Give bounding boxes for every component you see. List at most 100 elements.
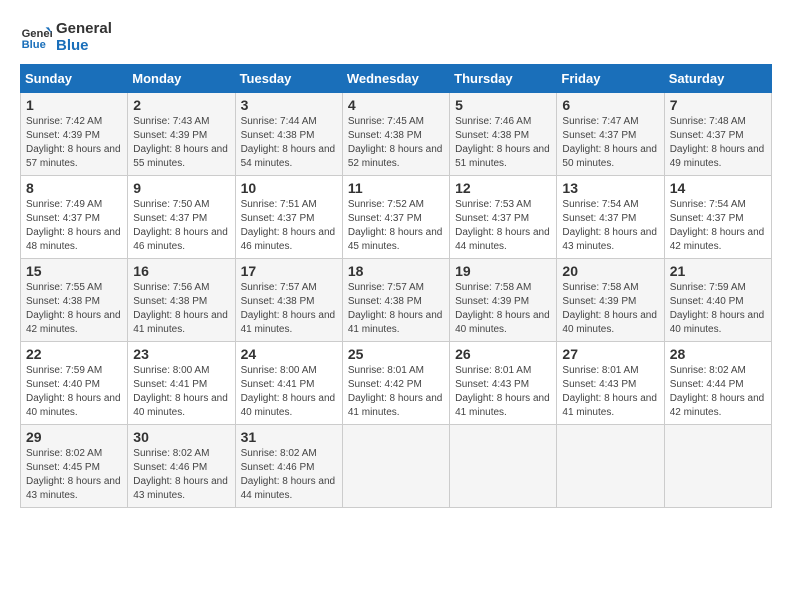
day-info: Sunrise: 7:51 AM Sunset: 4:37 PM Dayligh…	[241, 198, 337, 254]
day-number: 11	[348, 180, 444, 196]
day-info: Sunrise: 7:49 AM Sunset: 4:37 PM Dayligh…	[26, 198, 122, 254]
calendar-body: 1 Sunrise: 7:42 AM Sunset: 4:39 PM Dayli…	[21, 93, 772, 508]
day-cell: 10 Sunrise: 7:51 AM Sunset: 4:37 PM Dayl…	[235, 176, 342, 259]
weekday-sunday: Sunday	[21, 65, 128, 93]
day-info: Sunrise: 8:01 AM Sunset: 4:43 PM Dayligh…	[455, 364, 551, 420]
day-cell: 9 Sunrise: 7:50 AM Sunset: 4:37 PM Dayli…	[128, 176, 235, 259]
day-cell: 5 Sunrise: 7:46 AM Sunset: 4:38 PM Dayli…	[450, 93, 557, 176]
day-number: 25	[348, 346, 444, 362]
day-info: Sunrise: 7:58 AM Sunset: 4:39 PM Dayligh…	[562, 281, 658, 337]
day-info: Sunrise: 8:00 AM Sunset: 4:41 PM Dayligh…	[133, 364, 229, 420]
day-info: Sunrise: 7:45 AM Sunset: 4:38 PM Dayligh…	[348, 115, 444, 171]
day-info: Sunrise: 7:50 AM Sunset: 4:37 PM Dayligh…	[133, 198, 229, 254]
week-row-2: 8 Sunrise: 7:49 AM Sunset: 4:37 PM Dayli…	[21, 176, 772, 259]
day-cell: 24 Sunrise: 8:00 AM Sunset: 4:41 PM Dayl…	[235, 342, 342, 425]
day-cell: 4 Sunrise: 7:45 AM Sunset: 4:38 PM Dayli…	[342, 93, 449, 176]
day-number: 26	[455, 346, 551, 362]
day-cell: 20 Sunrise: 7:58 AM Sunset: 4:39 PM Dayl…	[557, 259, 664, 342]
day-cell: 15 Sunrise: 7:55 AM Sunset: 4:38 PM Dayl…	[21, 259, 128, 342]
svg-text:General: General	[22, 28, 52, 40]
logo-text-blue: Blue	[56, 37, 112, 54]
day-number: 17	[241, 263, 337, 279]
day-cell: 12 Sunrise: 7:53 AM Sunset: 4:37 PM Dayl…	[450, 176, 557, 259]
day-number: 5	[455, 97, 551, 113]
day-number: 30	[133, 429, 229, 445]
day-cell: 25 Sunrise: 8:01 AM Sunset: 4:42 PM Dayl…	[342, 342, 449, 425]
day-cell	[450, 425, 557, 508]
day-info: Sunrise: 7:53 AM Sunset: 4:37 PM Dayligh…	[455, 198, 551, 254]
day-cell: 8 Sunrise: 7:49 AM Sunset: 4:37 PM Dayli…	[21, 176, 128, 259]
day-number: 27	[562, 346, 658, 362]
day-info: Sunrise: 7:54 AM Sunset: 4:37 PM Dayligh…	[670, 198, 766, 254]
day-number: 2	[133, 97, 229, 113]
day-info: Sunrise: 7:47 AM Sunset: 4:37 PM Dayligh…	[562, 115, 658, 171]
day-number: 4	[348, 97, 444, 113]
day-number: 31	[241, 429, 337, 445]
day-number: 24	[241, 346, 337, 362]
day-info: Sunrise: 8:02 AM Sunset: 4:45 PM Dayligh…	[26, 447, 122, 503]
day-number: 14	[670, 180, 766, 196]
day-number: 20	[562, 263, 658, 279]
day-cell: 23 Sunrise: 8:00 AM Sunset: 4:41 PM Dayl…	[128, 342, 235, 425]
day-info: Sunrise: 8:02 AM Sunset: 4:46 PM Dayligh…	[241, 447, 337, 503]
day-cell: 19 Sunrise: 7:58 AM Sunset: 4:39 PM Dayl…	[450, 259, 557, 342]
day-info: Sunrise: 7:48 AM Sunset: 4:37 PM Dayligh…	[670, 115, 766, 171]
day-cell: 3 Sunrise: 7:44 AM Sunset: 4:38 PM Dayli…	[235, 93, 342, 176]
day-number: 15	[26, 263, 122, 279]
day-number: 19	[455, 263, 551, 279]
day-info: Sunrise: 7:58 AM Sunset: 4:39 PM Dayligh…	[455, 281, 551, 337]
day-info: Sunrise: 8:02 AM Sunset: 4:44 PM Dayligh…	[670, 364, 766, 420]
weekday-monday: Monday	[128, 65, 235, 93]
week-row-1: 1 Sunrise: 7:42 AM Sunset: 4:39 PM Dayli…	[21, 93, 772, 176]
logo-text-general: General	[56, 20, 112, 37]
day-number: 16	[133, 263, 229, 279]
day-info: Sunrise: 7:44 AM Sunset: 4:38 PM Dayligh…	[241, 115, 337, 171]
day-number: 3	[241, 97, 337, 113]
day-info: Sunrise: 7:46 AM Sunset: 4:38 PM Dayligh…	[455, 115, 551, 171]
day-number: 9	[133, 180, 229, 196]
day-cell: 27 Sunrise: 8:01 AM Sunset: 4:43 PM Dayl…	[557, 342, 664, 425]
day-cell: 31 Sunrise: 8:02 AM Sunset: 4:46 PM Dayl…	[235, 425, 342, 508]
day-cell: 30 Sunrise: 8:02 AM Sunset: 4:46 PM Dayl…	[128, 425, 235, 508]
day-number: 7	[670, 97, 766, 113]
day-info: Sunrise: 7:56 AM Sunset: 4:38 PM Dayligh…	[133, 281, 229, 337]
day-info: Sunrise: 7:55 AM Sunset: 4:38 PM Dayligh…	[26, 281, 122, 337]
day-info: Sunrise: 8:00 AM Sunset: 4:41 PM Dayligh…	[241, 364, 337, 420]
day-cell: 13 Sunrise: 7:54 AM Sunset: 4:37 PM Dayl…	[557, 176, 664, 259]
day-cell: 18 Sunrise: 7:57 AM Sunset: 4:38 PM Dayl…	[342, 259, 449, 342]
weekday-friday: Friday	[557, 65, 664, 93]
day-number: 13	[562, 180, 658, 196]
logo-icon: General Blue	[20, 21, 52, 53]
day-cell	[557, 425, 664, 508]
day-cell: 22 Sunrise: 7:59 AM Sunset: 4:40 PM Dayl…	[21, 342, 128, 425]
weekday-wednesday: Wednesday	[342, 65, 449, 93]
day-number: 1	[26, 97, 122, 113]
day-cell: 2 Sunrise: 7:43 AM Sunset: 4:39 PM Dayli…	[128, 93, 235, 176]
day-info: Sunrise: 7:42 AM Sunset: 4:39 PM Dayligh…	[26, 115, 122, 171]
day-info: Sunrise: 7:57 AM Sunset: 4:38 PM Dayligh…	[241, 281, 337, 337]
day-number: 18	[348, 263, 444, 279]
svg-text:Blue: Blue	[22, 39, 46, 51]
weekday-header-row: SundayMondayTuesdayWednesdayThursdayFrid…	[21, 65, 772, 93]
day-cell: 6 Sunrise: 7:47 AM Sunset: 4:37 PM Dayli…	[557, 93, 664, 176]
day-info: Sunrise: 7:43 AM Sunset: 4:39 PM Dayligh…	[133, 115, 229, 171]
day-info: Sunrise: 7:52 AM Sunset: 4:37 PM Dayligh…	[348, 198, 444, 254]
day-cell: 29 Sunrise: 8:02 AM Sunset: 4:45 PM Dayl…	[21, 425, 128, 508]
day-cell: 26 Sunrise: 8:01 AM Sunset: 4:43 PM Dayl…	[450, 342, 557, 425]
day-cell	[342, 425, 449, 508]
day-number: 8	[26, 180, 122, 196]
week-row-5: 29 Sunrise: 8:02 AM Sunset: 4:45 PM Dayl…	[21, 425, 772, 508]
day-cell: 11 Sunrise: 7:52 AM Sunset: 4:37 PM Dayl…	[342, 176, 449, 259]
day-info: Sunrise: 8:01 AM Sunset: 4:43 PM Dayligh…	[562, 364, 658, 420]
day-number: 28	[670, 346, 766, 362]
weekday-tuesday: Tuesday	[235, 65, 342, 93]
day-cell: 28 Sunrise: 8:02 AM Sunset: 4:44 PM Dayl…	[664, 342, 771, 425]
week-row-3: 15 Sunrise: 7:55 AM Sunset: 4:38 PM Dayl…	[21, 259, 772, 342]
weekday-saturday: Saturday	[664, 65, 771, 93]
day-cell: 16 Sunrise: 7:56 AM Sunset: 4:38 PM Dayl…	[128, 259, 235, 342]
day-number: 21	[670, 263, 766, 279]
day-info: Sunrise: 8:02 AM Sunset: 4:46 PM Dayligh…	[133, 447, 229, 503]
day-info: Sunrise: 7:59 AM Sunset: 4:40 PM Dayligh…	[26, 364, 122, 420]
day-cell: 1 Sunrise: 7:42 AM Sunset: 4:39 PM Dayli…	[21, 93, 128, 176]
day-cell: 17 Sunrise: 7:57 AM Sunset: 4:38 PM Dayl…	[235, 259, 342, 342]
